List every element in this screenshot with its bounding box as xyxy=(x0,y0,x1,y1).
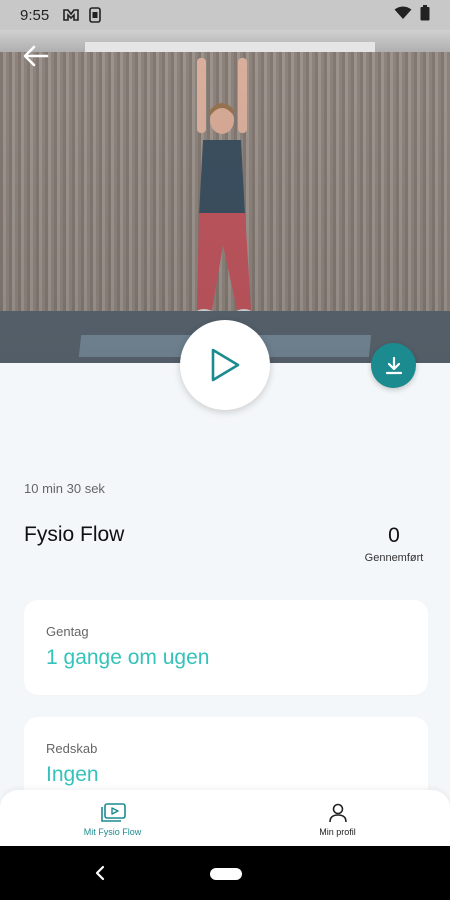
repeat-value: 1 gange om ugen xyxy=(46,646,210,669)
chevron-left-icon xyxy=(95,865,105,881)
repeat-label: Gentag xyxy=(46,624,89,639)
completed-label: Gennemført xyxy=(364,552,424,564)
program-duration: 10 min 30 sek xyxy=(24,481,105,496)
status-bar: 9:55 xyxy=(0,0,450,30)
equipment-value: Ingen xyxy=(46,763,99,786)
notification-icon xyxy=(63,9,80,21)
download-icon xyxy=(385,356,402,374)
play-button[interactable] xyxy=(180,320,270,410)
video-library-icon xyxy=(100,803,126,822)
video-thumbnail[interactable] xyxy=(0,30,450,363)
completed-stat: 0 Gennemført xyxy=(358,524,430,564)
arrow-left-icon xyxy=(23,45,49,67)
wifi-icon xyxy=(394,6,412,24)
nav-item-mit-fysio-flow[interactable]: Mit Fysio Flow xyxy=(0,790,225,846)
nav-item-min-profil[interactable]: Min profil xyxy=(225,790,450,846)
person-icon xyxy=(328,803,347,823)
sim-icon xyxy=(89,7,102,23)
program-title: Fysio Flow xyxy=(24,523,125,546)
completed-count: 0 xyxy=(388,524,400,547)
status-time: 9:55 xyxy=(20,6,50,24)
repeat-card[interactable]: Gentag 1 gange om ugen xyxy=(24,600,428,695)
home-pill-icon[interactable] xyxy=(210,868,242,880)
system-back-button[interactable] xyxy=(90,862,110,884)
battery-icon xyxy=(420,5,430,25)
bottom-nav: Mit Fysio Flow Min profil xyxy=(0,790,450,846)
nav-label-min-profil: Min profil xyxy=(319,827,356,837)
download-button[interactable] xyxy=(371,343,416,388)
back-button[interactable] xyxy=(18,40,54,72)
system-nav-bar xyxy=(0,846,450,900)
nav-label-mit-fysio-flow: Mit Fysio Flow xyxy=(83,827,142,837)
hero-shade xyxy=(0,30,450,363)
equipment-label: Redskab xyxy=(46,741,98,756)
play-icon xyxy=(211,348,240,382)
